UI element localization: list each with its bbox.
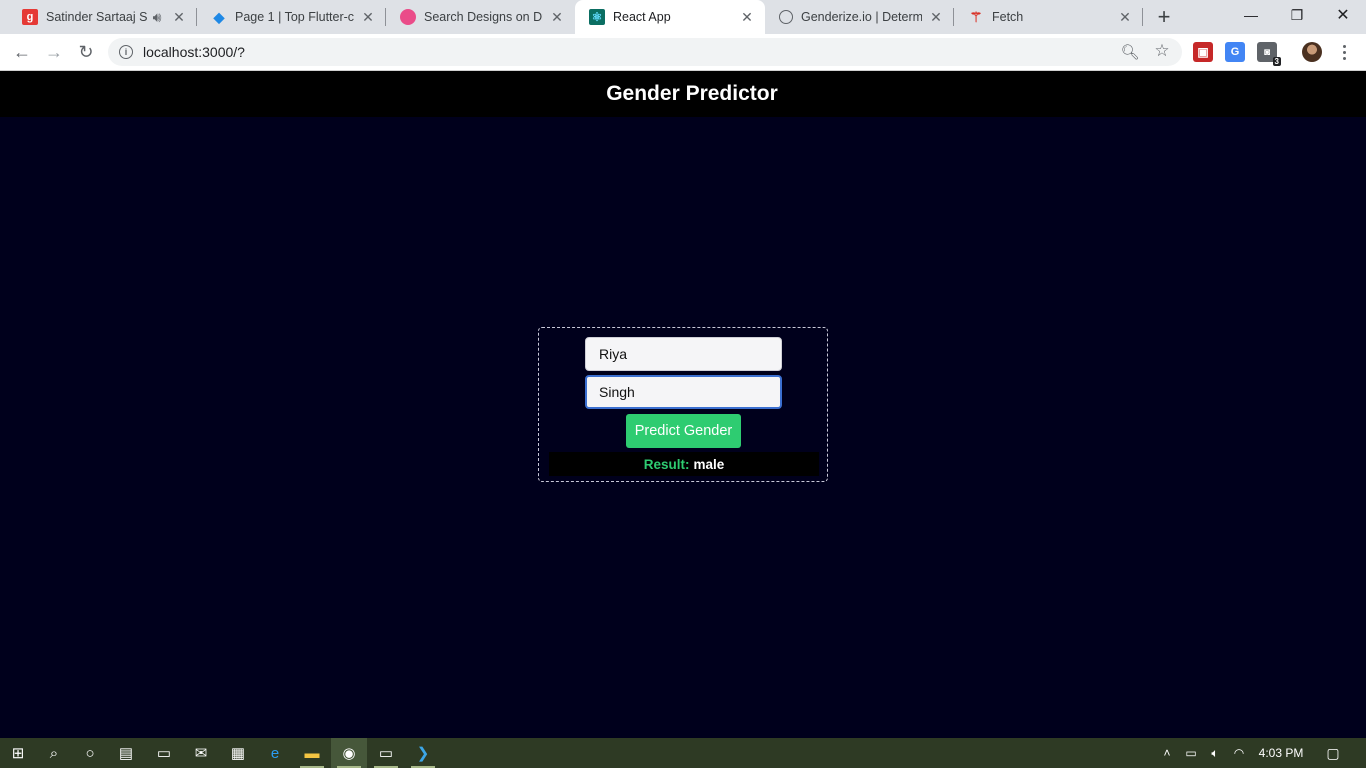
- react-icon: ⚛: [589, 9, 605, 25]
- tab-dribbble[interactable]: Search Designs on Dribbble ✕: [386, 0, 575, 34]
- tab-react-app[interactable]: ⚛ React App ✕: [575, 0, 765, 34]
- zoom-icon[interactable]: 🔍︎: [1120, 44, 1139, 61]
- url-host: localhost:3000/?: [143, 44, 245, 60]
- speaker-icon[interactable]: 🔊︎: [149, 9, 165, 25]
- tab-separator: [1142, 8, 1143, 26]
- close-icon[interactable]: ✕: [360, 9, 376, 25]
- extension-badge-icon[interactable]: ◙ 3: [1257, 42, 1281, 66]
- browser-tabstrip: g Satinder Sartaaj Songs 🔊︎ ✕ ◆ Page 1 |…: [0, 0, 1366, 34]
- terminal-icon[interactable]: ▭: [368, 738, 404, 768]
- extension-badge-count: 3: [1272, 57, 1281, 66]
- predictor-card: Predict Gender Result: male: [538, 327, 828, 482]
- chrome-icon[interactable]: ◉: [331, 738, 367, 768]
- first-name-input[interactable]: [585, 337, 782, 371]
- tab-fetch[interactable]: ⚚ Fetch ✕: [954, 0, 1143, 34]
- info-icon[interactable]: i: [119, 45, 133, 59]
- close-icon[interactable]: ✕: [171, 9, 187, 25]
- fetch-icon: ⚚: [969, 8, 983, 25]
- clock[interactable]: 4:03 PM: [1254, 738, 1308, 768]
- tab-title: React App: [613, 10, 671, 24]
- back-button[interactable]: ←: [8, 38, 36, 66]
- file-explorer-icon[interactable]: ▬: [294, 738, 330, 768]
- edge-icon[interactable]: e: [257, 738, 293, 768]
- result-value: male: [693, 456, 725, 472]
- tab-flutter[interactable]: ◆ Page 1 | Top Flutter-compatible ✕: [197, 0, 386, 34]
- windows-taskbar: ⊞ ⌕ ○ ▤ ▭ ✉ ▦ e ▬ ◉ ▭ ❯ ˄ ▭ 🔈︎ ◠ 4:03 PM…: [0, 738, 1366, 768]
- task-view-icon[interactable]: ▤: [108, 738, 144, 768]
- flutter-icon: ◆: [213, 8, 225, 25]
- close-icon[interactable]: ✕: [1117, 9, 1133, 25]
- minimize-button[interactable]: —: [1228, 0, 1274, 30]
- close-window-button[interactable]: ✕: [1320, 0, 1366, 30]
- last-name-input[interactable]: [585, 375, 782, 409]
- battery-icon[interactable]: ▭: [1182, 738, 1200, 768]
- tab-title: Genderize.io | Determine the gender: [801, 10, 922, 24]
- notification-icon[interactable]: ▢: [1318, 738, 1348, 768]
- result-label: Result:: [643, 456, 690, 472]
- translate-icon[interactable]: G: [1225, 42, 1245, 62]
- close-icon[interactable]: ✕: [928, 9, 944, 25]
- restore-button[interactable]: ❐: [1274, 0, 1320, 30]
- reload-button[interactable]: ↻: [72, 38, 100, 66]
- search-icon[interactable]: ⌕: [36, 738, 72, 768]
- tab-satinder-sartaaj[interactable]: g Satinder Sartaaj Songs 🔊︎ ✕: [8, 0, 197, 34]
- star-icon[interactable]: ☆: [1154, 41, 1170, 60]
- globe-icon: [779, 10, 793, 24]
- store-icon[interactable]: ▦: [220, 738, 256, 768]
- extension-red-icon[interactable]: ▣: [1193, 42, 1213, 62]
- avatar[interactable]: [1302, 42, 1322, 62]
- tab-title: Satinder Sartaaj Songs: [46, 10, 147, 24]
- windows-start-icon[interactable]: ⊞: [0, 738, 36, 768]
- tab-title: Fetch: [992, 10, 1024, 24]
- tab-title: Search Designs on Dribbble: [424, 10, 543, 24]
- browser-toolbar: ← → ↻ i localhost:3000/? 🔍︎ ☆ ▣ G ◙ 3: [0, 34, 1366, 71]
- cortana-icon[interactable]: ○: [72, 738, 108, 768]
- app-header: Gender Predictor: [0, 71, 1366, 117]
- address-bar[interactable]: i localhost:3000/? 🔍︎ ☆: [108, 38, 1182, 66]
- volume-icon[interactable]: 🔈︎: [1206, 738, 1224, 768]
- forward-button[interactable]: →: [40, 38, 68, 66]
- new-tab-button[interactable]: +: [1152, 4, 1176, 29]
- tab-genderize[interactable]: Genderize.io | Determine the gender ✕: [765, 0, 954, 34]
- tab-title: Page 1 | Top Flutter-compatible: [235, 10, 354, 24]
- chevron-up-icon[interactable]: ˄: [1158, 738, 1176, 768]
- result-panel: Result: male: [549, 452, 819, 476]
- mail-icon[interactable]: ✉: [183, 738, 219, 768]
- computer-icon[interactable]: ▭: [146, 738, 182, 768]
- gaana-icon: g: [22, 9, 38, 25]
- menu-icon[interactable]: [1336, 42, 1352, 62]
- vscode-icon[interactable]: ❯: [405, 738, 441, 768]
- page-title: Gender Predictor: [606, 82, 778, 105]
- dribbble-icon: [400, 9, 416, 25]
- close-icon[interactable]: ✕: [739, 9, 755, 25]
- close-icon[interactable]: ✕: [549, 9, 565, 25]
- predict-gender-button[interactable]: Predict Gender: [626, 414, 741, 448]
- wifi-icon[interactable]: ◠: [1230, 738, 1248, 768]
- url-text: localhost:3000/?: [143, 44, 245, 60]
